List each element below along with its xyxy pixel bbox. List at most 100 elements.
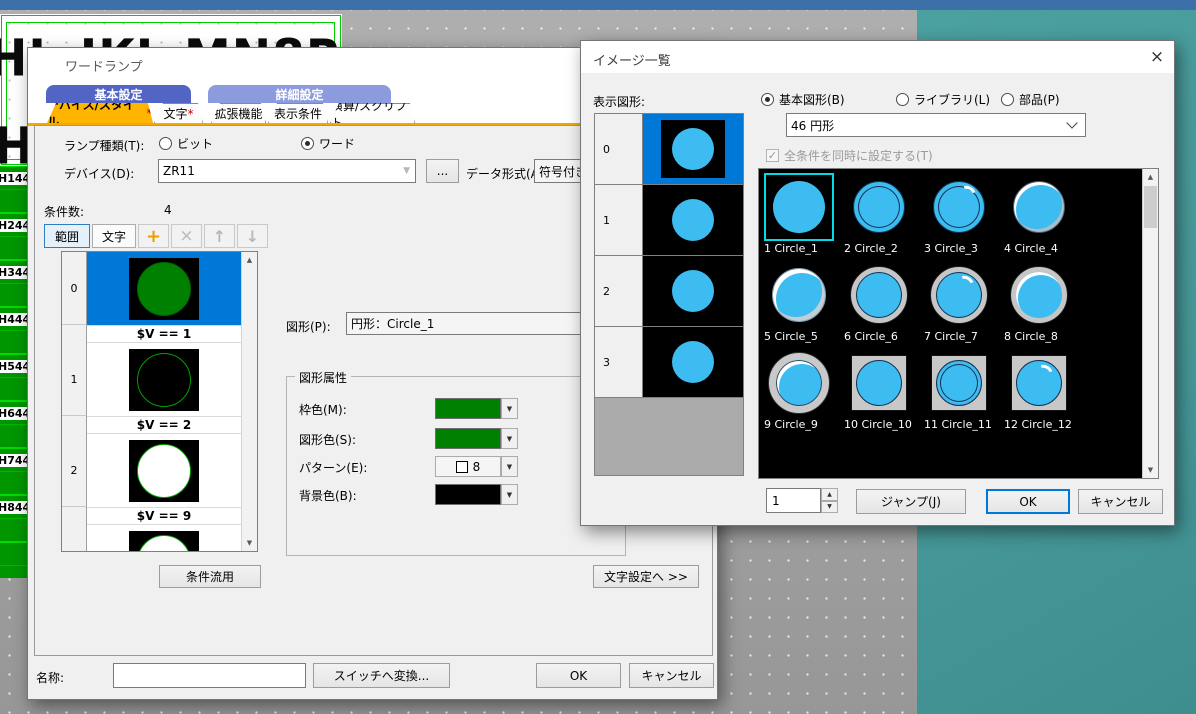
- radio-library[interactable]: ライブラリ(L): [896, 91, 990, 108]
- top-title-bar: [0, 0, 1196, 10]
- jump-button[interactable]: ジャンプ(J): [856, 489, 966, 514]
- radio-bit[interactable]: ビット: [159, 135, 213, 152]
- spin-up-icon[interactable]: ▲: [821, 488, 838, 501]
- image-item[interactable]: 10 Circle_10: [844, 349, 924, 437]
- frame-color-swatch[interactable]: [435, 398, 501, 419]
- text-mode-button[interactable]: 文字: [92, 224, 136, 248]
- radio-label: ワード: [319, 135, 355, 152]
- apply-all-checkbox[interactable]: ✓ 全条件を同時に設定する(T): [766, 147, 933, 164]
- scroll-up-icon[interactable]: ▲: [1143, 169, 1158, 185]
- image-item[interactable]: 6 Circle_6: [844, 261, 924, 349]
- image-item[interactable]: 8 Circle_8: [1004, 261, 1084, 349]
- circle-shape-icon: [773, 181, 825, 233]
- tab-script[interactable]: 演算/スクリプト: [330, 103, 415, 123]
- to-text-settings-button[interactable]: 文字設定へ >>: [593, 565, 699, 588]
- image-item[interactable]: 7 Circle_7: [924, 261, 1004, 349]
- tab-device-style[interactable]: デバイス/スタイル*: [47, 103, 153, 123]
- image-item[interactable]: 9 Circle_9: [764, 349, 844, 437]
- condition-expression: $V == 1: [87, 325, 241, 343]
- move-down-button[interactable]: ↓: [237, 224, 268, 248]
- move-up-button[interactable]: ↑: [204, 224, 235, 248]
- condition-preview: [87, 434, 241, 507]
- scroll-up-icon[interactable]: ▲: [242, 252, 257, 268]
- jump-number-spinner[interactable]: 1 ▲ ▼: [766, 488, 838, 513]
- delete-condition-button[interactable]: ×: [171, 224, 202, 248]
- preview-box: [672, 341, 714, 383]
- shape-color-dropdown[interactable]: ▼: [501, 428, 518, 449]
- image-item[interactable]: 3 Circle_3: [924, 173, 1004, 261]
- range-mode-button[interactable]: 範囲: [44, 224, 90, 248]
- ok-button[interactable]: OK: [536, 663, 621, 688]
- scrollbar-thumb[interactable]: [1144, 186, 1157, 228]
- bg-color-dropdown[interactable]: ▼: [501, 484, 518, 505]
- frame-color-dropdown[interactable]: ▼: [501, 398, 518, 419]
- condition-list[interactable]: 0$V == 11$V == 22$V == 93 ▲ ▼: [61, 251, 258, 552]
- radio-word[interactable]: ワード: [301, 135, 355, 152]
- preview-row[interactable]: 2: [595, 256, 743, 327]
- condition-index: 1: [62, 343, 87, 416]
- condition-list-scrollbar[interactable]: ▲ ▼: [241, 252, 257, 551]
- jump-number-value[interactable]: 1: [766, 488, 821, 513]
- image-item[interactable]: 1 Circle_1: [764, 173, 844, 261]
- device-browse-button[interactable]: ...: [426, 159, 459, 183]
- scroll-down-icon[interactable]: ▼: [242, 535, 257, 551]
- lamp-preview-box: [129, 349, 199, 411]
- tab-modified-mark: *: [188, 107, 194, 121]
- radio-label: ビット: [177, 135, 213, 152]
- image-item-label: 6 Circle_6: [844, 330, 924, 343]
- preview-row[interactable]: 1: [595, 185, 743, 256]
- image-icon-box: [844, 261, 914, 329]
- chevron-down-icon[interactable]: ▼: [403, 166, 410, 176]
- condition-count-value: 4: [164, 203, 172, 217]
- image-item[interactable]: 12 Circle_12: [1004, 349, 1084, 437]
- scroll-down-icon[interactable]: ▼: [1143, 462, 1158, 478]
- condition-reuse-button[interactable]: 条件流用: [159, 565, 261, 588]
- convert-to-switch-button[interactable]: スイッチへ変換...: [313, 663, 450, 688]
- image-item-label: 8 Circle_8: [1004, 330, 1084, 343]
- image-icon-box: [924, 349, 994, 417]
- shape-color-swatch[interactable]: [435, 428, 501, 449]
- device-combobox[interactable]: ZR11 ▼: [158, 159, 416, 183]
- name-input[interactable]: [113, 663, 306, 688]
- cancel-button[interactable]: キャンセル: [629, 663, 714, 688]
- radio-basic-shape[interactable]: 基本図形(B): [761, 91, 845, 108]
- tab-display-condition[interactable]: 表示条件: [268, 103, 328, 123]
- add-condition-button[interactable]: +: [138, 224, 169, 248]
- spin-down-icon[interactable]: ▼: [821, 501, 838, 514]
- circle-shape-icon: [853, 181, 905, 233]
- radio-label: 部品(P): [1019, 91, 1060, 108]
- pattern-field[interactable]: 8: [435, 456, 501, 477]
- button-label: キャンセル: [641, 667, 701, 684]
- close-icon[interactable]: ×: [1145, 45, 1169, 69]
- condition-row[interactable]: 2: [62, 434, 241, 507]
- lamp-preview-box: [129, 531, 199, 553]
- preview-row[interactable]: 3: [595, 327, 743, 398]
- condition-row[interactable]: 0: [62, 252, 241, 325]
- tab-extended[interactable]: 拡張機能: [211, 103, 266, 123]
- lamp-circle-icon: [672, 128, 714, 170]
- image-item[interactable]: 2 Circle_2: [844, 173, 924, 261]
- image-item[interactable]: 4 Circle_4: [1004, 173, 1084, 261]
- preview-row[interactable]: 0: [595, 114, 743, 185]
- ok-button[interactable]: OK: [986, 489, 1070, 514]
- condition-index: 0: [62, 252, 87, 325]
- circle-shape-icon: [931, 267, 987, 323]
- bg-color-swatch[interactable]: [435, 484, 501, 505]
- preview-image: [643, 327, 743, 397]
- pattern-dropdown[interactable]: ▼: [501, 456, 518, 477]
- radio-parts[interactable]: 部品(P): [1001, 91, 1060, 108]
- image-grid-scrollbar[interactable]: ▲ ▼: [1142, 169, 1158, 478]
- radio-circle: [1001, 93, 1014, 106]
- condition-row[interactable]: 3: [62, 525, 241, 552]
- radio-label: 基本図形(B): [779, 91, 845, 108]
- category-combobox[interactable]: 46 円形: [786, 113, 1086, 137]
- tab-group-basic: 基本設定: [46, 85, 191, 103]
- image-item[interactable]: 11 Circle_11: [924, 349, 1004, 437]
- condition-row[interactable]: 1: [62, 343, 241, 416]
- preview-list[interactable]: 0123: [594, 113, 744, 476]
- cancel-button[interactable]: キャンセル: [1078, 489, 1163, 514]
- button-label: スイッチへ変換...: [334, 667, 429, 684]
- image-item-label: 1 Circle_1: [764, 242, 844, 255]
- image-item[interactable]: 5 Circle_5: [764, 261, 844, 349]
- display-shape-label: 表示図形:: [593, 93, 645, 110]
